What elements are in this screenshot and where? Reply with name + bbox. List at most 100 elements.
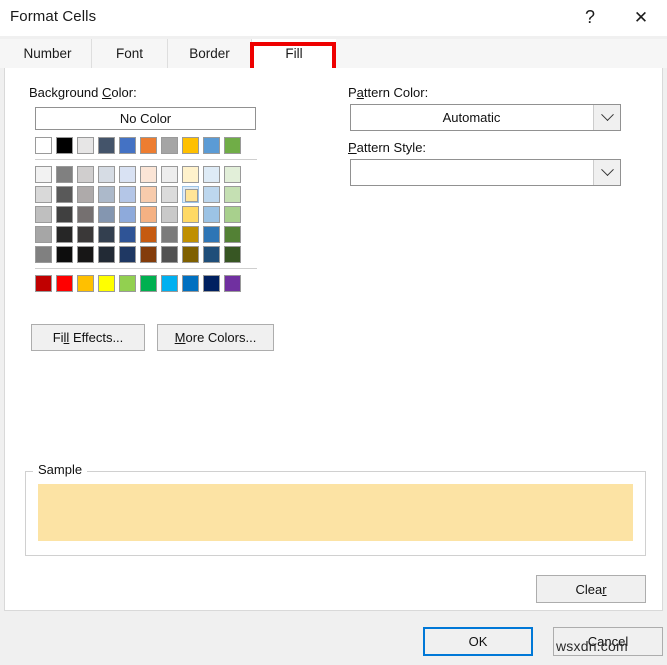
- tint-swatch-0-7[interactable]: [182, 166, 199, 183]
- tint-swatch-2-5[interactable]: [140, 206, 157, 223]
- theme-color-swatch-0[interactable]: [35, 137, 52, 154]
- tint-swatch-4-3[interactable]: [98, 246, 115, 263]
- standard-color-swatch-8[interactable]: [203, 275, 220, 292]
- pattern-style-label-rest: attern Style:: [356, 140, 427, 155]
- selected-color-swatch[interactable]: [182, 186, 199, 203]
- tint-swatch-0-8[interactable]: [203, 166, 220, 183]
- tint-swatch-1-1[interactable]: [56, 186, 73, 203]
- pattern-style-combobox[interactable]: [350, 159, 621, 186]
- tint-swatch-1-7[interactable]: [185, 189, 198, 202]
- tint-row-1: [35, 186, 257, 203]
- tint-swatch-4-9[interactable]: [224, 246, 241, 263]
- tint-swatch-3-8[interactable]: [203, 226, 220, 243]
- theme-color-swatch-6[interactable]: [161, 137, 178, 154]
- standard-color-swatch-6[interactable]: [161, 275, 178, 292]
- theme-color-swatch-8[interactable]: [203, 137, 220, 154]
- tint-swatch-3-3[interactable]: [98, 226, 115, 243]
- tint-swatch-3-0[interactable]: [35, 226, 52, 243]
- tint-swatch-3-2[interactable]: [77, 226, 94, 243]
- tint-swatch-2-8[interactable]: [203, 206, 220, 223]
- standard-color-swatch-4[interactable]: [119, 275, 136, 292]
- tint-swatch-4-5[interactable]: [140, 246, 157, 263]
- tab-border[interactable]: Border: [168, 39, 252, 68]
- tint-swatch-1-9[interactable]: [224, 186, 241, 203]
- clear-button[interactable]: Clear: [536, 575, 646, 603]
- cancel-button[interactable]: Cancel: [553, 627, 663, 656]
- tint-swatch-1-3[interactable]: [98, 186, 115, 203]
- no-color-button[interactable]: No Color: [35, 107, 256, 130]
- close-button[interactable]: ✕: [624, 0, 658, 34]
- tint-swatch-2-0[interactable]: [35, 206, 52, 223]
- theme-color-swatch-7[interactable]: [182, 137, 199, 154]
- tint-swatch-0-9[interactable]: [224, 166, 241, 183]
- standard-color-swatch-9[interactable]: [224, 275, 241, 292]
- theme-color-swatch-1[interactable]: [56, 137, 73, 154]
- pattern-style-dropdown-button[interactable]: [593, 160, 620, 185]
- standard-color-swatch-3[interactable]: [98, 275, 115, 292]
- fill-effects-part2: Effects...: [69, 330, 124, 345]
- sample-legend: Sample: [33, 462, 88, 477]
- pattern-style-label-accel: P: [348, 140, 357, 155]
- pattern-color-combobox[interactable]: Automatic: [350, 104, 621, 131]
- tab-number[interactable]: Number: [4, 39, 92, 68]
- fill-effects-part1: Fi: [52, 330, 64, 345]
- theme-color-swatch-3[interactable]: [98, 137, 115, 154]
- tint-swatch-4-2[interactable]: [77, 246, 94, 263]
- tint-swatch-3-4[interactable]: [119, 226, 136, 243]
- theme-color-swatch-9[interactable]: [224, 137, 241, 154]
- fill-effects-button[interactable]: Fill Effects...: [31, 324, 145, 351]
- standard-color-swatch-2[interactable]: [77, 275, 94, 292]
- tint-swatch-1-8[interactable]: [203, 186, 220, 203]
- standard-color-swatch-5[interactable]: [140, 275, 157, 292]
- tint-swatch-0-6[interactable]: [161, 166, 178, 183]
- fill-effects-label: Fill Effects...: [53, 330, 124, 345]
- tint-swatch-2-4[interactable]: [119, 206, 136, 223]
- standard-color-swatch-0[interactable]: [35, 275, 52, 292]
- cancel-label: Cancel: [587, 634, 629, 649]
- tint-swatch-3-9[interactable]: [224, 226, 241, 243]
- tint-swatch-0-3[interactable]: [98, 166, 115, 183]
- theme-color-swatch-2[interactable]: [77, 137, 94, 154]
- tint-swatch-3-7[interactable]: [182, 226, 199, 243]
- theme-color-swatch-4[interactable]: [119, 137, 136, 154]
- clear-label: Clear: [575, 582, 606, 597]
- standard-color-swatch-1[interactable]: [56, 275, 73, 292]
- tint-swatch-2-9[interactable]: [224, 206, 241, 223]
- tint-swatch-4-8[interactable]: [203, 246, 220, 263]
- tint-swatch-3-5[interactable]: [140, 226, 157, 243]
- tab-font[interactable]: Font: [92, 39, 168, 68]
- tint-swatch-2-3[interactable]: [98, 206, 115, 223]
- tint-swatch-0-0[interactable]: [35, 166, 52, 183]
- pattern-color-dropdown-button[interactable]: [593, 105, 620, 130]
- tint-swatch-2-7[interactable]: [182, 206, 199, 223]
- chevron-down-icon: [600, 163, 614, 177]
- tint-swatch-4-7[interactable]: [182, 246, 199, 263]
- tint-swatch-0-1[interactable]: [56, 166, 73, 183]
- tint-swatch-4-6[interactable]: [161, 246, 178, 263]
- more-colors-accel: M: [174, 330, 186, 345]
- tint-swatch-4-4[interactable]: [119, 246, 136, 263]
- tint-swatch-0-5[interactable]: [140, 166, 157, 183]
- tint-swatch-1-2[interactable]: [77, 186, 94, 203]
- tint-swatch-3-6[interactable]: [161, 226, 178, 243]
- tint-swatch-1-6[interactable]: [161, 186, 178, 203]
- tab-strip: Number Font Border Fill: [0, 39, 667, 68]
- tint-swatch-1-5[interactable]: [140, 186, 157, 203]
- tint-swatch-4-0[interactable]: [35, 246, 52, 263]
- pattern-color-label-accel: a: [356, 85, 364, 100]
- tint-swatch-1-4[interactable]: [119, 186, 136, 203]
- help-button[interactable]: ?: [573, 0, 607, 34]
- tint-swatch-2-1[interactable]: [56, 206, 73, 223]
- more-colors-button[interactable]: More Colors...: [157, 324, 274, 351]
- tint-swatch-2-6[interactable]: [161, 206, 178, 223]
- tint-swatch-2-2[interactable]: [77, 206, 94, 223]
- standard-color-swatch-7[interactable]: [182, 275, 199, 292]
- tint-swatch-1-0[interactable]: [35, 186, 52, 203]
- tint-swatch-3-1[interactable]: [56, 226, 73, 243]
- ok-button[interactable]: OK: [423, 627, 533, 656]
- theme-color-swatch-5[interactable]: [140, 137, 157, 154]
- tint-swatch-0-4[interactable]: [119, 166, 136, 183]
- tab-fill[interactable]: Fill: [252, 39, 336, 68]
- tint-swatch-4-1[interactable]: [56, 246, 73, 263]
- tint-swatch-0-2[interactable]: [77, 166, 94, 183]
